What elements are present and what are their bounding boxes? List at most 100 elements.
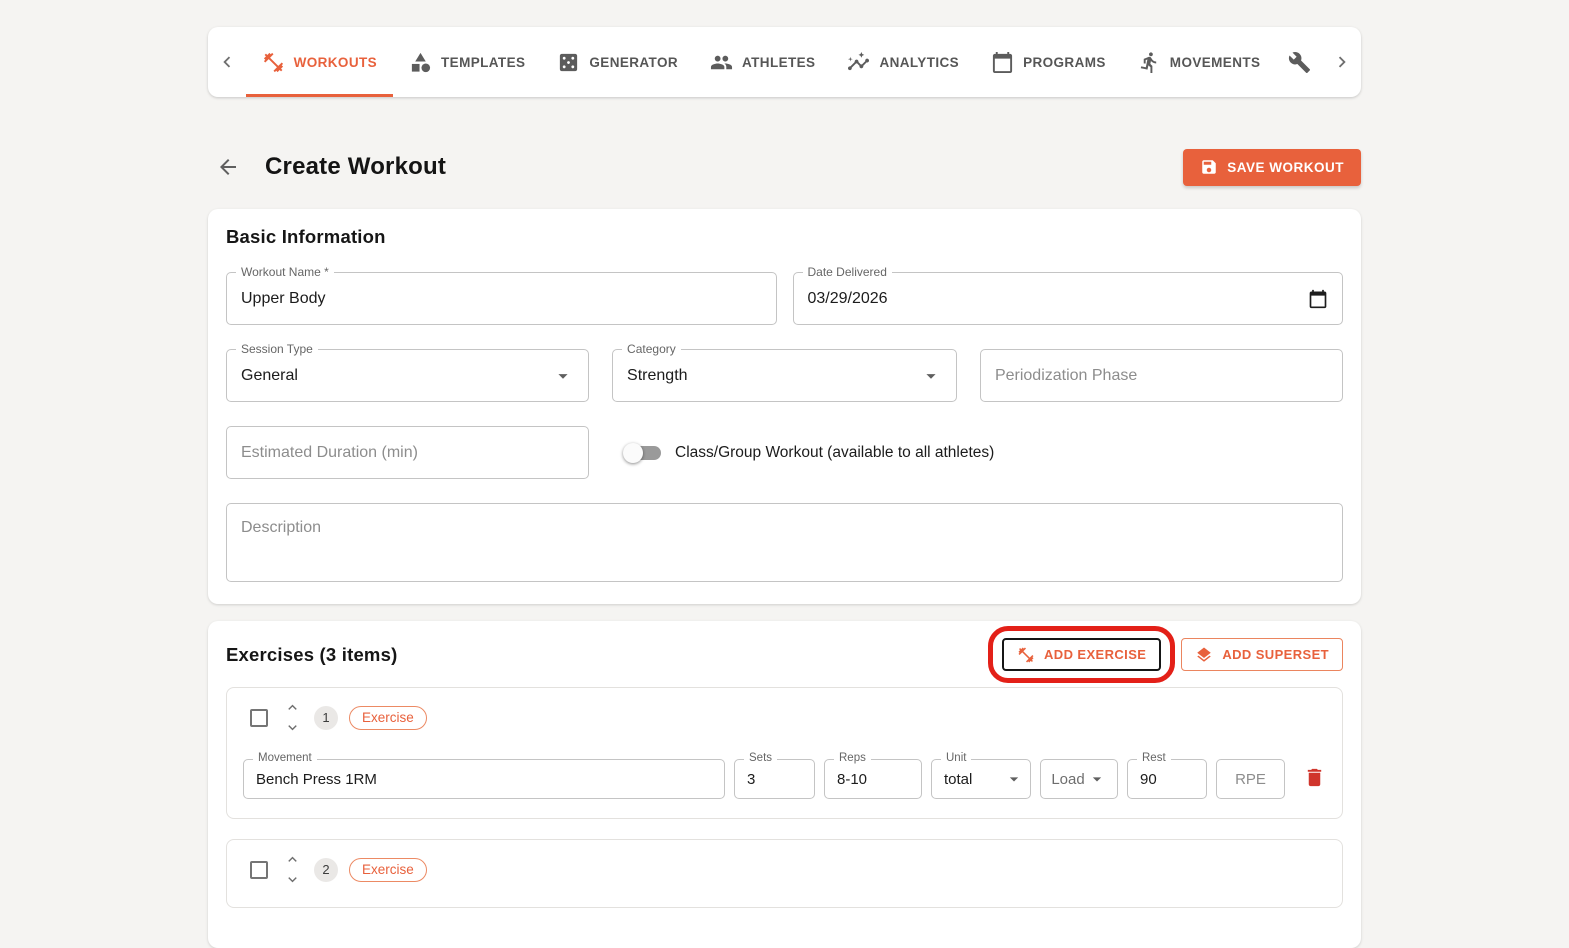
sets-label: Sets bbox=[744, 752, 777, 764]
chevron-left-icon bbox=[216, 51, 238, 73]
sets-value: 3 bbox=[747, 771, 755, 788]
annotation-highlight-ring: ADD EXERCISE bbox=[988, 626, 1175, 683]
rpe-placeholder: RPE bbox=[1235, 771, 1266, 788]
basic-information-title: Basic Information bbox=[226, 226, 1343, 248]
calendar-icon bbox=[991, 51, 1014, 74]
nav-scroll-right-button[interactable] bbox=[1323, 27, 1361, 97]
movement-label: Movement bbox=[253, 752, 317, 764]
dice-icon bbox=[557, 51, 580, 74]
exercise-number-badge: 2 bbox=[314, 858, 338, 882]
tab-workouts[interactable]: WORKOUTS bbox=[246, 27, 393, 97]
reps-field[interactable]: Reps 8-10 bbox=[824, 759, 922, 799]
workout-name-field[interactable]: Workout Name * Upper Body bbox=[226, 272, 777, 325]
toggle-thumb bbox=[623, 443, 643, 463]
dropdown-arrow-icon bbox=[1004, 769, 1024, 789]
load-dropdown[interactable]: Load bbox=[1040, 759, 1118, 799]
session-type-select[interactable]: Session Type General bbox=[226, 349, 589, 402]
tab-generator[interactable]: GENERATOR bbox=[541, 27, 694, 97]
tab-workouts-label: WORKOUTS bbox=[294, 55, 377, 70]
top-navigation: WORKOUTS TEMPLATES GENERATOR ATHLETES AN… bbox=[208, 27, 1361, 97]
date-picker-icon[interactable] bbox=[1308, 289, 1328, 309]
class-group-label: Class/Group Workout (available to all at… bbox=[675, 444, 994, 462]
dumbbell-icon bbox=[1017, 646, 1035, 664]
page-header: Create Workout SAVE WORKOUT bbox=[208, 147, 1361, 187]
shapes-icon bbox=[409, 51, 432, 74]
periodization-phase-placeholder: Periodization Phase bbox=[995, 367, 1137, 385]
reps-label: Reps bbox=[834, 752, 871, 764]
date-delivered-label: Date Delivered bbox=[803, 265, 892, 279]
exercise-checkbox[interactable] bbox=[250, 861, 268, 879]
exercise-type-pill: Exercise bbox=[349, 858, 427, 882]
category-select[interactable]: Category Strength bbox=[612, 349, 957, 402]
tab-athletes-label: ATHLETES bbox=[742, 55, 815, 70]
exercises-card: Exercises (3 items) ADD EXERCISE ADD SUP… bbox=[208, 621, 1361, 948]
reorder-controls bbox=[284, 851, 301, 888]
date-delivered-value: 03/29/2026 bbox=[808, 290, 888, 308]
movement-value: Bench Press 1RM bbox=[256, 771, 377, 788]
move-up-icon[interactable] bbox=[284, 851, 301, 868]
tab-athletes[interactable]: ATHLETES bbox=[694, 27, 831, 97]
add-exercise-button[interactable]: ADD EXERCISE bbox=[1002, 638, 1161, 671]
back-button[interactable] bbox=[208, 147, 248, 187]
dumbbell-icon bbox=[262, 51, 285, 74]
add-superset-button[interactable]: ADD SUPERSET bbox=[1181, 638, 1343, 671]
save-icon bbox=[1200, 158, 1218, 176]
tab-programs-label: PROGRAMS bbox=[1023, 55, 1106, 70]
load-placeholder: Load bbox=[1051, 771, 1084, 788]
save-workout-button[interactable]: SAVE WORKOUT bbox=[1183, 149, 1361, 186]
tab-movements[interactable]: MOVEMENTS bbox=[1122, 27, 1277, 97]
exercise-type-pill: Exercise bbox=[349, 706, 427, 730]
page-title: Create Workout bbox=[265, 153, 446, 181]
delete-exercise-button[interactable] bbox=[1303, 766, 1326, 792]
move-up-icon[interactable] bbox=[284, 699, 301, 716]
wrench-icon bbox=[1288, 51, 1311, 74]
reps-value: 8-10 bbox=[837, 771, 867, 788]
periodization-phase-field[interactable]: Periodization Phase bbox=[980, 349, 1343, 402]
dropdown-arrow-icon bbox=[1087, 769, 1107, 789]
move-down-icon[interactable] bbox=[284, 719, 301, 736]
exercise-checkbox[interactable] bbox=[250, 709, 268, 727]
session-type-label: Session Type bbox=[236, 342, 318, 356]
reorder-controls bbox=[284, 699, 301, 736]
exercises-header: Exercises (3 items) ADD EXERCISE ADD SUP… bbox=[226, 638, 1343, 671]
people-icon bbox=[710, 51, 733, 74]
estimated-duration-field[interactable]: Estimated Duration (min) bbox=[226, 426, 589, 479]
tab-tools[interactable] bbox=[1276, 27, 1323, 97]
exercise-item: 2 Exercise bbox=[226, 839, 1343, 908]
tab-movements-label: MOVEMENTS bbox=[1170, 55, 1261, 70]
date-delivered-field[interactable]: Date Delivered 03/29/2026 bbox=[793, 272, 1344, 325]
rest-field[interactable]: Rest 90 bbox=[1127, 759, 1207, 799]
rpe-field[interactable]: RPE bbox=[1216, 759, 1285, 799]
dropdown-arrow-icon bbox=[552, 365, 574, 387]
session-type-value: General bbox=[241, 367, 298, 385]
unit-select[interactable]: Unit total bbox=[931, 759, 1031, 799]
exercises-title: Exercises (3 items) bbox=[226, 644, 397, 666]
class-group-toggle[interactable] bbox=[627, 446, 661, 460]
layers-icon bbox=[1195, 646, 1213, 664]
workout-name-label: Workout Name * bbox=[236, 265, 334, 279]
workout-name-value: Upper Body bbox=[241, 290, 326, 308]
unit-label: Unit bbox=[941, 752, 971, 764]
dropdown-arrow-icon bbox=[920, 365, 942, 387]
exercise-item-header: 1 Exercise bbox=[243, 699, 1326, 736]
estimated-duration-placeholder: Estimated Duration (min) bbox=[241, 444, 418, 462]
nav-scroll-left-button[interactable] bbox=[208, 27, 246, 97]
save-workout-label: SAVE WORKOUT bbox=[1227, 160, 1344, 175]
tab-templates[interactable]: TEMPLATES bbox=[393, 27, 541, 97]
move-down-icon[interactable] bbox=[284, 871, 301, 888]
movement-field[interactable]: Movement Bench Press 1RM bbox=[243, 759, 725, 799]
runner-icon bbox=[1138, 51, 1161, 74]
exercise-fields-row: Movement Bench Press 1RM Sets 3 Reps 8-1… bbox=[243, 759, 1326, 799]
add-superset-label: ADD SUPERSET bbox=[1222, 647, 1329, 662]
nav-tabs: WORKOUTS TEMPLATES GENERATOR ATHLETES AN… bbox=[246, 27, 1324, 97]
chevron-right-icon bbox=[1331, 51, 1353, 73]
exercise-item-header: 2 Exercise bbox=[243, 851, 1326, 888]
insights-icon bbox=[847, 51, 870, 74]
description-placeholder: Description bbox=[241, 519, 321, 537]
tab-analytics[interactable]: ANALYTICS bbox=[831, 27, 975, 97]
exercises-actions: ADD EXERCISE ADD SUPERSET bbox=[988, 638, 1343, 671]
description-field[interactable]: Description bbox=[226, 503, 1343, 582]
sets-field[interactable]: Sets 3 bbox=[734, 759, 815, 799]
add-exercise-label: ADD EXERCISE bbox=[1044, 647, 1146, 662]
tab-programs[interactable]: PROGRAMS bbox=[975, 27, 1122, 97]
